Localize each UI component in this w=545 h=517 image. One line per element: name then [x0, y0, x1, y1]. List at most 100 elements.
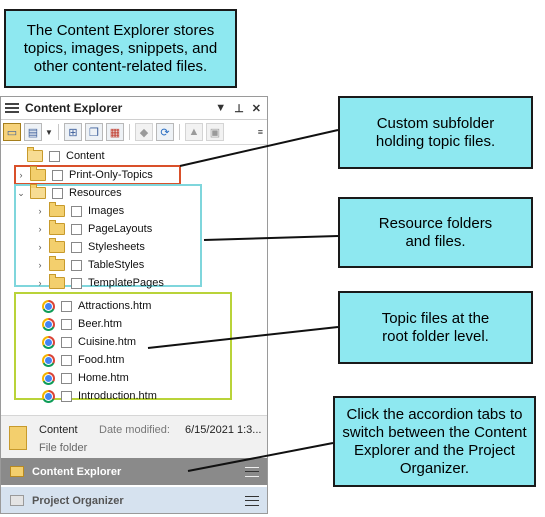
checkbox[interactable] — [61, 336, 72, 348]
subfolder-callout: Custom subfolder holding topic files. — [338, 96, 533, 169]
checkbox[interactable] — [71, 259, 82, 271]
tree-item-label: Cuisine.htm — [78, 336, 137, 348]
tree-item-print-only-topics[interactable]: › Print-Only-Topics — [16, 166, 153, 184]
checkbox[interactable] — [52, 187, 63, 199]
tree-item-stylesheets[interactable]: › Stylesheets — [35, 238, 145, 256]
info-date-value: 6/15/2021 1:3... — [185, 424, 262, 436]
tree-item-pagelayouts[interactable]: › PageLayouts — [35, 220, 152, 238]
folder-icon — [9, 426, 27, 450]
info-type: File folder — [39, 442, 88, 454]
new-item-icon[interactable]: ⊞ — [63, 123, 82, 141]
dropdown-icon[interactable]: ▼ — [215, 102, 226, 115]
tree-item-label: Content — [66, 150, 105, 162]
folder-icon — [27, 147, 43, 162]
toolbar-divider — [57, 124, 59, 140]
collapse-icon[interactable]: ⌄ — [16, 188, 26, 199]
accordion-tab-content-explorer[interactable]: Content Explorer — [1, 458, 267, 485]
tree-item-food[interactable]: Food.htm — [38, 351, 124, 369]
tree-item-label: Resources — [69, 187, 122, 199]
accordion-callout: Click the accordion tabs to switch betwe… — [333, 396, 536, 487]
project-organizer-icon — [10, 495, 24, 506]
toolbar-overflow-icon[interactable]: ≡ — [258, 127, 263, 137]
properties-icon[interactable]: ▣ — [205, 123, 224, 141]
resources-callout: Resource folders and files. — [338, 197, 533, 268]
tree-item-label: PageLayouts — [88, 223, 153, 235]
tree-item-label: Beer.htm — [78, 318, 123, 330]
content-explorer-icon — [10, 466, 24, 477]
view-dropdown-icon[interactable]: ▼ — [45, 128, 53, 137]
content-explorer-panel: Content Explorer ▼ ⊥ ✕ ▭ ▤ ▼ ⊞ ❐ ▦ ◆ ⟳ ▲… — [0, 96, 268, 514]
checkbox[interactable] — [71, 241, 82, 253]
info-date-label: Date modified: — [99, 424, 170, 436]
folder-icon — [49, 202, 65, 217]
expand-icon[interactable]: › — [35, 278, 45, 288]
expand-icon[interactable]: › — [35, 260, 45, 270]
tree-item-label: Introduction.htm — [78, 390, 157, 402]
tree-item-home[interactable]: Home.htm — [38, 369, 129, 387]
expand-icon[interactable]: › — [16, 170, 26, 180]
menu-icon[interactable] — [245, 495, 259, 506]
chrome-icon — [42, 371, 55, 385]
tree-item-resources[interactable]: ⌄ Resources — [16, 184, 122, 202]
refresh-icon[interactable]: ⟳ — [155, 123, 174, 141]
folder-icon — [30, 184, 46, 199]
info-name: Content — [39, 424, 78, 436]
intro-callout: The Content Explorer stores topics, imag… — [4, 9, 237, 88]
checkbox[interactable] — [61, 300, 72, 312]
chrome-icon — [42, 389, 55, 403]
checkbox[interactable] — [61, 372, 72, 384]
grid-view-icon[interactable]: ▦ — [105, 123, 124, 141]
accordion-tab-project-organizer[interactable]: Project Organizer — [1, 487, 267, 513]
folder-icon — [49, 238, 65, 253]
tree-item-label: Stylesheets — [88, 241, 145, 253]
tree-item-attractions[interactable]: Attractions.htm — [38, 297, 151, 315]
expand-icon[interactable]: › — [35, 206, 45, 216]
tree-item-tablestyles[interactable]: › TableStyles — [35, 256, 144, 274]
checkbox[interactable] — [71, 205, 82, 217]
checkbox[interactable] — [71, 277, 82, 289]
tree-item-content[interactable]: ▾ Content — [13, 147, 105, 165]
panel-toolbar: ▭ ▤ ▼ ⊞ ❐ ▦ ◆ ⟳ ▲ ▣ ≡ — [1, 120, 267, 145]
folder-icon — [49, 274, 65, 289]
panel-title: Content Explorer — [25, 101, 123, 115]
checkbox[interactable] — [61, 318, 72, 330]
checkbox[interactable] — [71, 223, 82, 235]
menu-icon[interactable] — [5, 103, 19, 113]
checkbox[interactable] — [61, 354, 72, 366]
folder-icon — [49, 220, 65, 235]
folder-view-icon[interactable]: ▭ — [3, 123, 21, 141]
move-up-icon[interactable]: ▲ — [184, 123, 203, 141]
chrome-icon — [42, 317, 55, 331]
toolbar-divider — [178, 124, 180, 140]
tree-item-cuisine[interactable]: Cuisine.htm — [38, 333, 136, 351]
tree-item-label: TableStyles — [88, 259, 145, 271]
pin-icon[interactable]: ⊥ — [234, 102, 244, 115]
tree-item-label: Food.htm — [78, 354, 125, 366]
copy-icon[interactable]: ❐ — [84, 123, 103, 141]
tree-item-label: Print-Only-Topics — [69, 169, 153, 181]
tree-item-beer[interactable]: Beer.htm — [38, 315, 122, 333]
toolbar-divider — [128, 124, 130, 140]
panel-titlebar: Content Explorer ▼ ⊥ ✕ — [1, 97, 267, 120]
checkbox[interactable] — [52, 169, 63, 181]
close-icon[interactable]: ✕ — [252, 102, 261, 115]
topics-callout: Topic files at the root folder level. — [338, 291, 533, 364]
checkout-icon[interactable]: ◆ — [134, 123, 153, 141]
expand-icon[interactable]: › — [35, 242, 45, 252]
tree-item-images[interactable]: › Images — [35, 202, 124, 220]
file-info-pane: Content File folder Date modified: 6/15/… — [1, 415, 267, 462]
expand-icon[interactable]: › — [35, 224, 45, 234]
checkbox[interactable] — [49, 150, 60, 162]
folder-icon — [30, 166, 46, 181]
menu-icon[interactable] — [245, 466, 259, 477]
tree-item-introduction[interactable]: Introduction.htm — [38, 387, 157, 405]
tree-item-templatepages[interactable]: › TemplatePages — [35, 274, 164, 292]
view-options-icon[interactable]: ▤ — [24, 123, 42, 141]
accordion-tab-label: Content Explorer — [32, 465, 122, 478]
chrome-icon — [42, 353, 55, 367]
folder-icon — [49, 256, 65, 271]
chrome-icon — [42, 335, 55, 349]
tree-item-label: Images — [88, 205, 125, 217]
tree-item-label: TemplatePages — [88, 277, 164, 289]
checkbox[interactable] — [61, 390, 72, 402]
